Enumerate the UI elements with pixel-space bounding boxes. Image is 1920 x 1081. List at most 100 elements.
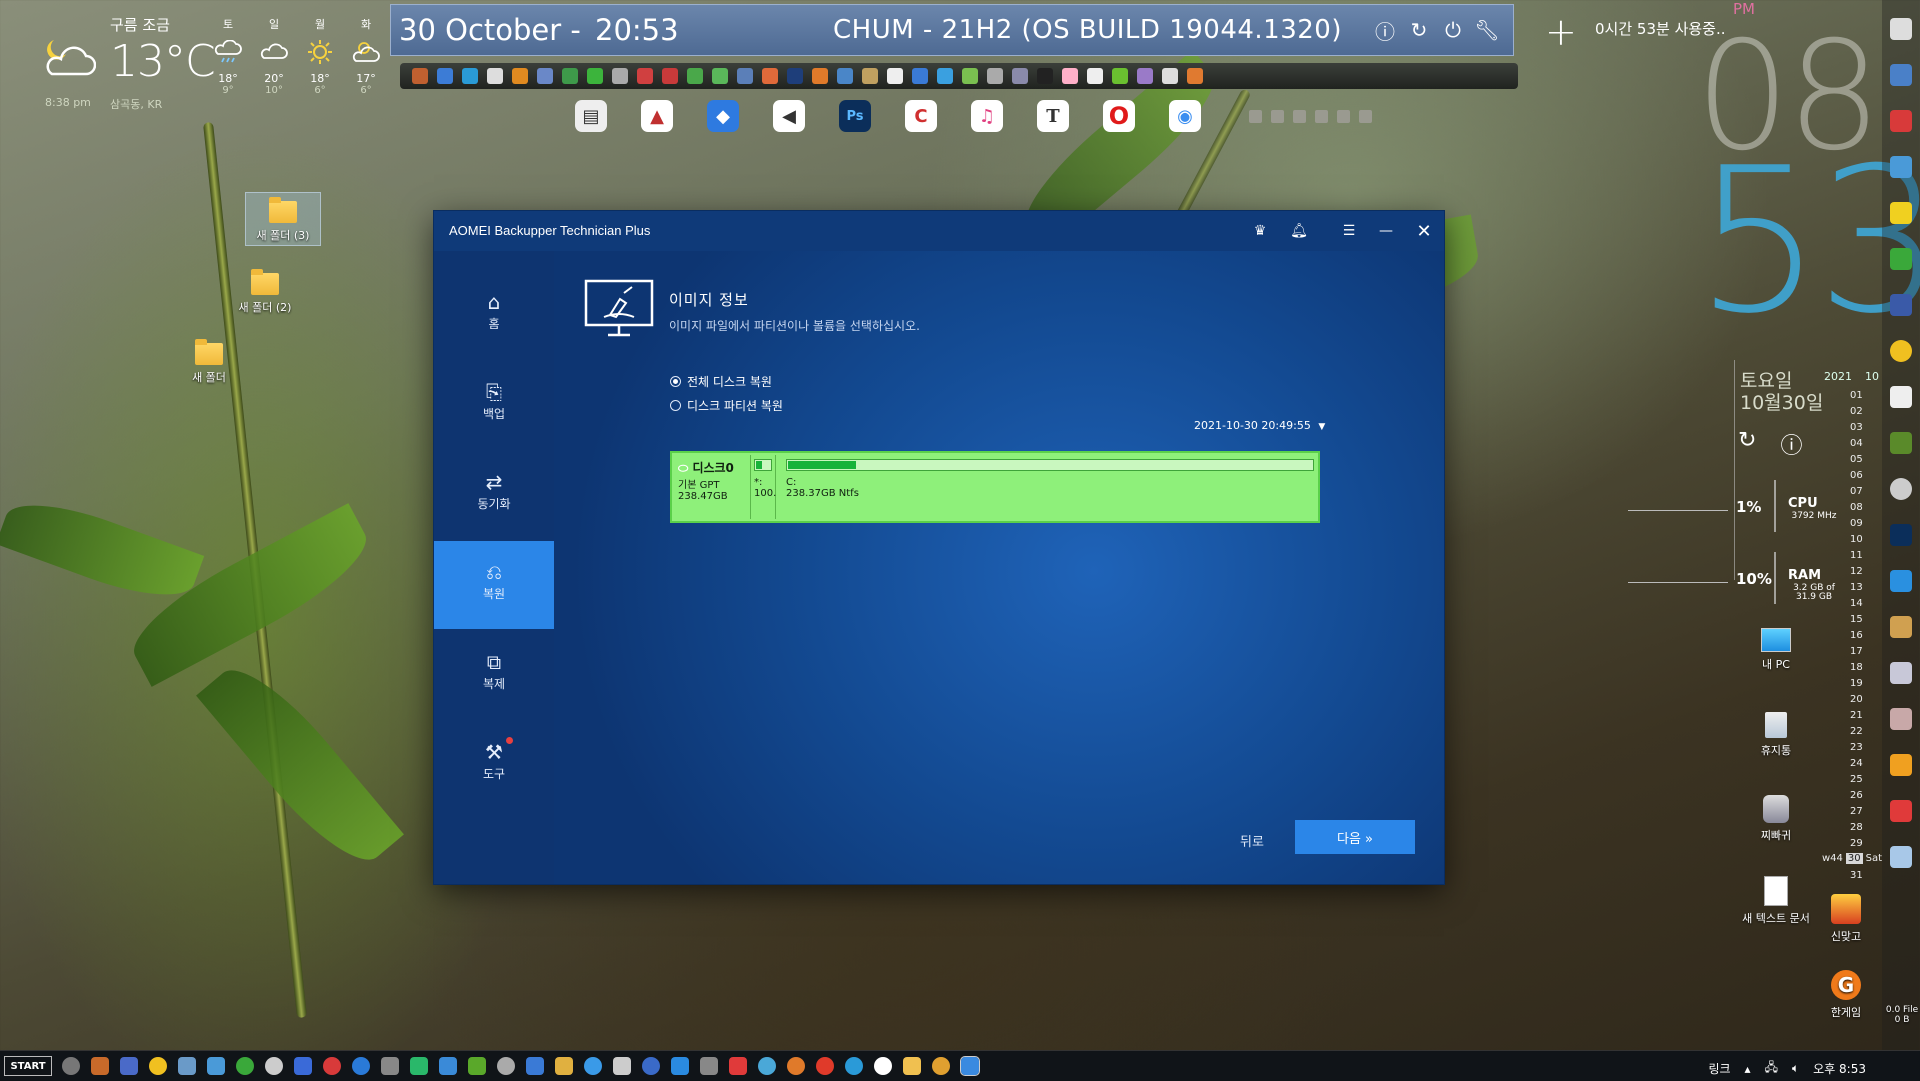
app-icon[interactable] <box>642 1057 660 1075</box>
app-icon[interactable] <box>612 68 628 84</box>
app-icon[interactable] <box>637 68 653 84</box>
partition-system[interactable]: *: 100. <box>750 455 776 519</box>
nav-clone[interactable]: ⧉ 복제 <box>434 631 554 719</box>
app-icon[interactable] <box>537 68 553 84</box>
minimize-button[interactable]: — <box>1376 221 1396 241</box>
app-icon[interactable] <box>120 1057 138 1075</box>
desktop-icon-folder[interactable]: 새 폴더 (3) <box>245 192 321 246</box>
app-icon[interactable] <box>381 1057 399 1075</box>
app-icon[interactable] <box>412 68 428 84</box>
app-icon[interactable] <box>562 68 578 84</box>
app-icon[interactable] <box>1890 570 1912 592</box>
close-button[interactable]: ✕ <box>1414 221 1434 242</box>
disk-panel[interactable]: ⬭ 디스크0 기본 GPT 238.47GB *: 100. C: 238.37… <box>670 451 1320 523</box>
aomei-taskbar-icon[interactable] <box>960 1056 980 1076</box>
app-icon[interactable] <box>758 1057 776 1075</box>
app-icon[interactable] <box>437 68 453 84</box>
app-icon[interactable] <box>1890 294 1912 316</box>
app-icon[interactable]: C <box>905 100 937 132</box>
app-icon[interactable] <box>987 68 1003 84</box>
app-icon[interactable] <box>1890 754 1912 776</box>
desktop-icon-file[interactable]: 0.0 File 0 B <box>1884 1005 1920 1025</box>
app-icon[interactable] <box>294 1057 312 1075</box>
app-icon[interactable] <box>91 1057 109 1075</box>
volume-icon[interactable]: 🔈︎ <box>1792 1061 1799 1076</box>
app-icon[interactable] <box>787 68 803 84</box>
app-icon[interactable] <box>729 1057 747 1075</box>
app-icon[interactable] <box>1137 68 1153 84</box>
app-icon[interactable] <box>207 1057 225 1075</box>
app-icon[interactable] <box>837 68 853 84</box>
app-icon[interactable] <box>265 1057 283 1075</box>
nav-home[interactable]: ⌂ 홈 <box>434 271 554 359</box>
app-icon[interactable] <box>1890 616 1912 638</box>
app-icon[interactable] <box>962 68 978 84</box>
app-icon[interactable] <box>1890 386 1912 408</box>
app-icon[interactable] <box>1890 248 1912 270</box>
app-icon[interactable] <box>497 1057 515 1075</box>
app-icon[interactable] <box>1890 340 1912 362</box>
app-icon[interactable] <box>323 1057 341 1075</box>
radio-button[interactable] <box>670 376 681 387</box>
radio-full-disk[interactable]: 전체 디스크 복원 <box>670 373 772 390</box>
app-icon[interactable] <box>903 1057 921 1075</box>
font-icon[interactable]: T <box>1037 100 1069 132</box>
app-icon[interactable] <box>937 68 953 84</box>
app-icon[interactable] <box>816 1057 834 1075</box>
power-icon[interactable]: ⏻ <box>1441 18 1465 42</box>
network-icon[interactable]: 🖧︎ <box>1765 1058 1778 1079</box>
app-icon[interactable] <box>1087 68 1103 84</box>
chevron-up-icon[interactable]: ▴ <box>1745 1062 1751 1076</box>
gear-icon[interactable] <box>1890 478 1912 500</box>
app-icon[interactable] <box>584 1057 602 1075</box>
app-icon[interactable]: ▲ <box>641 100 673 132</box>
app-icon[interactable] <box>236 1057 254 1075</box>
app-icon[interactable] <box>178 1057 196 1075</box>
app-icon[interactable] <box>1012 68 1028 84</box>
app-icon[interactable] <box>149 1057 167 1075</box>
info-icon[interactable]: ⓘ <box>1373 18 1397 44</box>
app-icon[interactable] <box>613 1057 631 1075</box>
app-icon[interactable] <box>845 1057 863 1075</box>
photoshop-icon[interactable] <box>1890 524 1912 546</box>
app-icon[interactable] <box>662 68 678 84</box>
start-button[interactable]: START <box>4 1056 52 1076</box>
app-icon[interactable] <box>1890 432 1912 454</box>
app-icon[interactable] <box>787 1057 805 1075</box>
app-icon[interactable] <box>1162 68 1178 84</box>
app-icon[interactable] <box>1890 662 1912 684</box>
scanner-icon[interactable]: ▤ <box>575 100 607 132</box>
app-icon[interactable] <box>410 1057 428 1075</box>
nav-restore[interactable]: ⎌ 복원 <box>434 541 554 629</box>
app-icon[interactable] <box>1890 64 1912 86</box>
desktop-icon-game[interactable]: 신맞고 <box>1811 894 1881 944</box>
image-date-select[interactable]: 2021-10-30 20:49:55 ▼ <box>1194 419 1325 432</box>
nav-tools[interactable]: ⚒ 도구 <box>434 721 554 809</box>
radio-button[interactable] <box>670 400 681 411</box>
restart-icon[interactable]: ↻ <box>1407 18 1431 42</box>
app-icon[interactable] <box>468 1057 486 1075</box>
app-icon[interactable] <box>1187 68 1203 84</box>
app-icon[interactable] <box>352 1057 370 1075</box>
desktop-icon-my-pc[interactable]: 내 PC <box>1731 628 1821 672</box>
gear-icon[interactable] <box>62 1057 80 1075</box>
app-icon[interactable] <box>1112 68 1128 84</box>
app-icon[interactable] <box>512 68 528 84</box>
app-icon[interactable] <box>526 1057 544 1075</box>
chat-icon[interactable] <box>1890 202 1912 224</box>
nav-backup[interactable]: ⎘ 백업 <box>434 361 554 449</box>
app-icon[interactable] <box>874 1057 892 1075</box>
app-icon[interactable] <box>1890 18 1912 40</box>
photoshop-icon[interactable]: Ps <box>839 100 871 132</box>
app-icon[interactable] <box>487 68 503 84</box>
desktop-icon-folder[interactable]: 새 폴더 (2) <box>220 269 310 315</box>
app-icon[interactable] <box>687 68 703 84</box>
app-icon[interactable] <box>862 68 878 84</box>
app-icon[interactable] <box>812 68 828 84</box>
app-icon[interactable] <box>671 1057 689 1075</box>
app-icon[interactable] <box>587 68 603 84</box>
app-icon[interactable]: ◆ <box>707 100 739 132</box>
app-icon[interactable] <box>1062 68 1078 84</box>
menu-icon[interactable]: ☰ <box>1339 221 1359 241</box>
app-icon[interactable] <box>439 1057 457 1075</box>
